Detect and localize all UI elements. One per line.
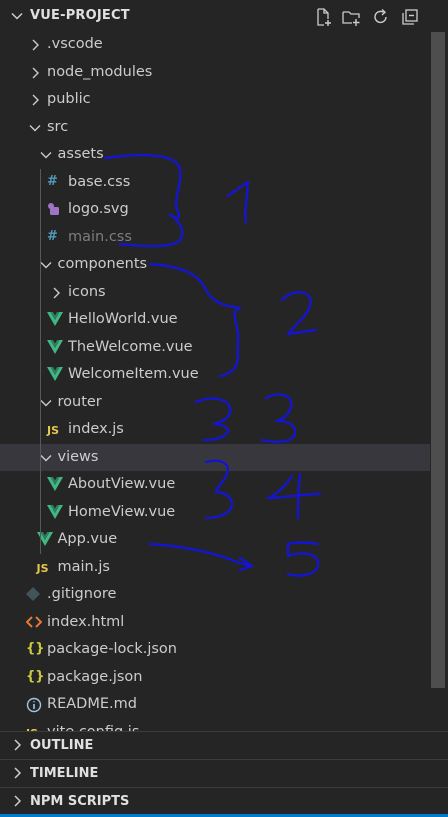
annotation-number-3 xyxy=(260,393,297,443)
annotation-number-2 xyxy=(280,291,318,336)
annotation-bracket xyxy=(148,262,242,378)
annotation-number-4 xyxy=(266,472,322,520)
annotation-arrow xyxy=(148,542,254,572)
annotation-bracket xyxy=(194,397,232,442)
handwritten-annotations xyxy=(103,153,322,577)
annotation-bracket xyxy=(204,459,234,520)
annotation-number-5 xyxy=(286,541,320,577)
annotation-number-1 xyxy=(226,180,250,224)
annotation-bracket xyxy=(103,153,184,248)
